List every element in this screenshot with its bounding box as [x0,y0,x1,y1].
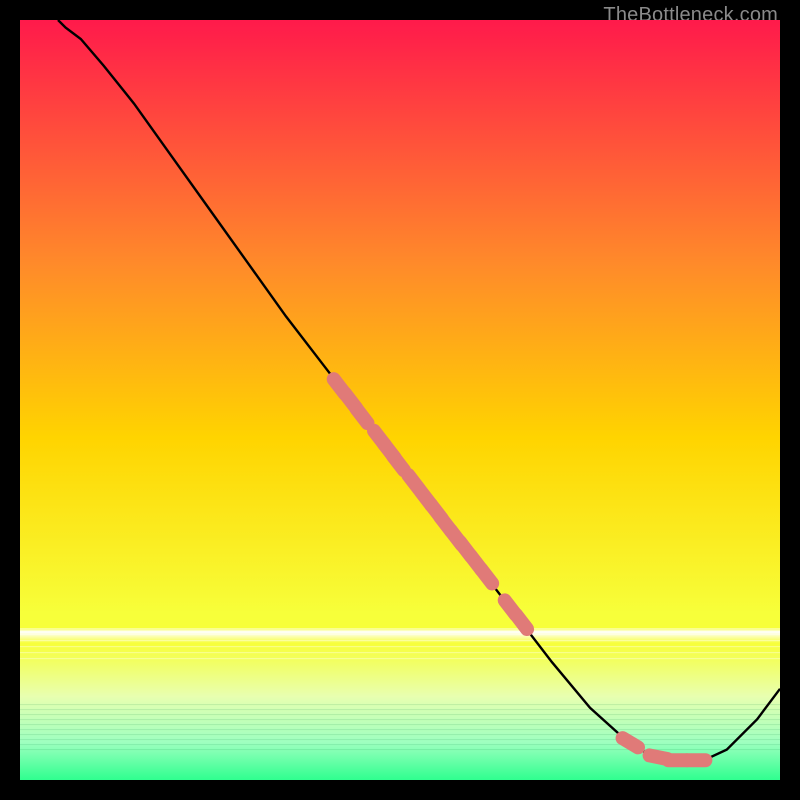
band-line [20,709,780,710]
data-marker [516,615,527,629]
band-line [20,734,780,735]
chart-svg [20,20,780,780]
band-line [20,628,780,629]
band-line [20,744,780,745]
band-line [20,724,780,725]
band-line [20,652,780,653]
band-line [20,640,780,641]
data-marker [623,738,638,747]
plot-area [20,20,780,780]
data-marker [357,409,368,423]
band-line [20,704,780,705]
band-line [20,729,780,730]
band-line [20,739,780,740]
band-line [20,749,780,750]
band-line [20,646,780,647]
data-marker [481,569,492,583]
gradient-bg [20,20,780,780]
band-line [20,634,780,635]
band-line [20,714,780,715]
data-marker [393,456,404,470]
band-line [20,658,780,659]
chart-frame: TheBottleneck.com [0,0,800,800]
band-line [20,719,780,720]
